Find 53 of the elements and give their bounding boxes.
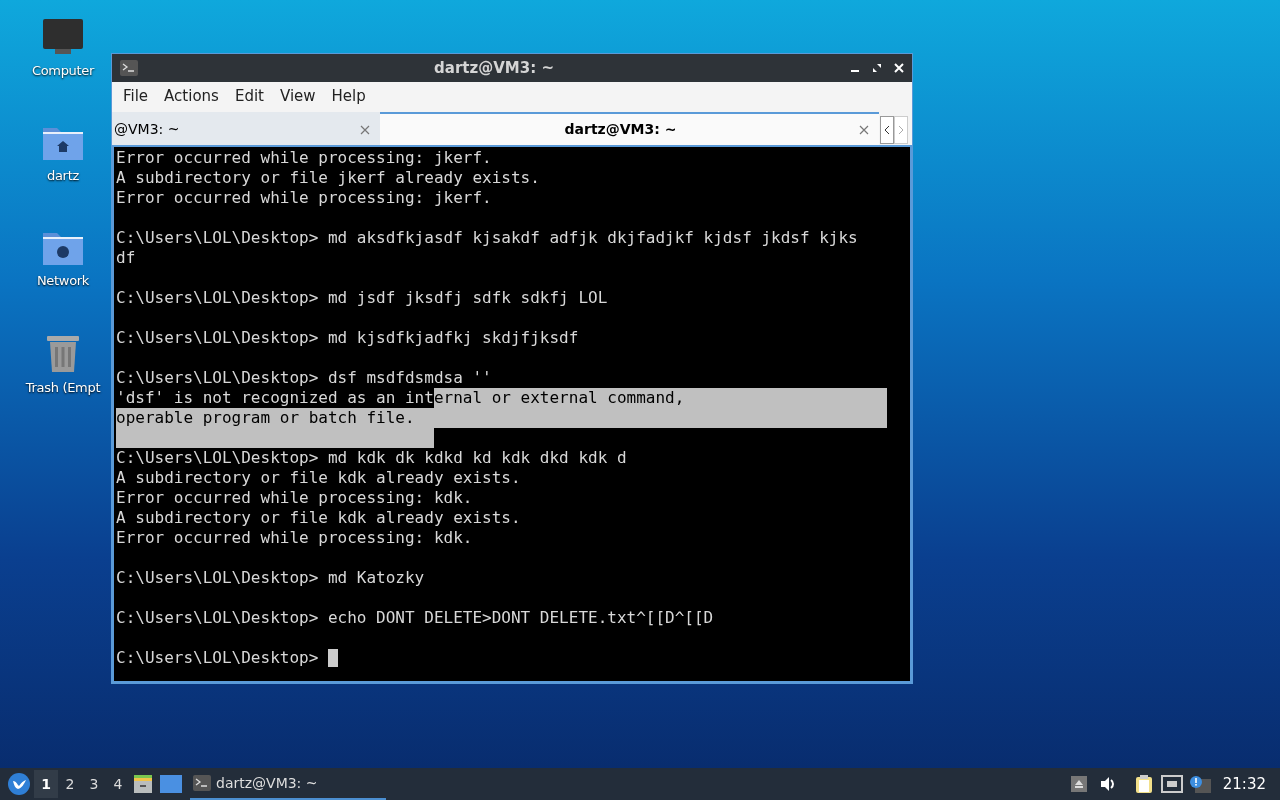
terminal-line: df xyxy=(116,248,136,268)
tab[interactable]: dartz@VM3: ~ xyxy=(380,112,879,145)
terminal-line: Error occurred while processing: jkerf. xyxy=(116,188,492,208)
start-menu-icon[interactable] xyxy=(7,772,31,796)
terminal-line: 'dsf' is not recognized as an int xyxy=(116,388,434,408)
close-tab-icon[interactable] xyxy=(360,124,370,135)
terminal-line: C:\Users\LOL\Desktop> xyxy=(116,648,320,668)
terminal-line: C:\Users\LOL\Desktop> md kjsdfkjadfkj skdjfjksdf xyxy=(116,328,579,348)
terminal-line: A subdirectory or file kdk already exists. xyxy=(116,468,521,488)
tab[interactable]: @VM3: ~ xyxy=(112,112,380,145)
terminal-line: C:\Users\LOL\Desktop> md kdk dk kdkd kd kdk dkd kdk d xyxy=(116,448,627,468)
workspace-button[interactable]: 4 xyxy=(106,770,130,798)
notification-icon[interactable] xyxy=(1188,775,1211,793)
terminal-line: C:\Users\LOL\Desktop> md Katozky xyxy=(116,568,425,588)
menu-item[interactable]: View xyxy=(271,84,324,108)
terminal-line: C:\Users\LOL\Desktop> md aksdfkjasdf kjsakdf adfjk dkjfadjkf kjdsf jkdsf kjks xyxy=(116,228,858,248)
desktop-icon-label[interactable]: Trash (Empt xyxy=(25,378,101,398)
terminal-line: Error occurred while processing: kdk. xyxy=(116,488,473,508)
volume-icon[interactable] xyxy=(1098,776,1117,792)
clipboard-icon[interactable] xyxy=(1134,774,1153,794)
menu-item[interactable]: Edit xyxy=(226,84,272,108)
taskbar-task[interactable]: dartz@VM3: ~ xyxy=(190,768,386,800)
close-icon[interactable] xyxy=(894,63,904,73)
workspace-button[interactable]: 1 xyxy=(34,770,58,798)
terminal-line: C:\Users\LOL\Desktop> echo DONT DELETE>DONT DELETE.txt^[[D^[[D xyxy=(116,608,714,628)
close-tab-icon[interactable] xyxy=(859,124,869,135)
terminal-icon xyxy=(193,775,211,791)
file-drawer-icon[interactable] xyxy=(132,773,154,795)
terminal-icon xyxy=(120,60,138,76)
terminal-line: Error occurred while processing: jkerf. xyxy=(116,148,492,168)
menu-item[interactable]: File xyxy=(115,84,157,108)
monitor-icon xyxy=(41,17,85,57)
eject-icon[interactable] xyxy=(1070,776,1087,792)
clock[interactable]: 21:32 xyxy=(1222,772,1266,796)
menu-item[interactable]: Help xyxy=(323,84,374,108)
terminal-line: C:\Users\LOL\Desktop> md jsdf jksdfj sdfk sdkfj LOL xyxy=(116,288,608,308)
network-icon[interactable] xyxy=(1160,775,1183,793)
selected-terminal-text: operable program or batch file. xyxy=(116,408,887,428)
terminal-line: C:\Users\LOL\Desktop> dsf msdfdsmdsa '' xyxy=(116,368,492,388)
desktop-icon-label[interactable]: Network xyxy=(36,271,90,291)
selected-terminal-text: ernal or external command, xyxy=(433,388,887,408)
workspace-button[interactable]: 3 xyxy=(82,770,106,798)
desktop-icon-label[interactable]: dartz xyxy=(47,166,79,186)
terminal-line: A subdirectory or file kdk already exists. xyxy=(116,508,521,528)
scroll-left-button[interactable] xyxy=(880,115,894,144)
terminal-line: A subdirectory or file jkerf already exists. xyxy=(116,168,540,188)
workspace-button[interactable]: 2 xyxy=(58,770,82,798)
chevron-right-icon xyxy=(898,124,904,135)
window-title: dartz@VM3: ~ xyxy=(433,57,555,79)
terminal-line: Error occurred while processing: kdk. xyxy=(116,528,473,548)
menu-item[interactable]: Actions xyxy=(156,84,227,108)
chevron-left-icon xyxy=(884,124,890,135)
maximize-icon[interactable] xyxy=(872,63,882,73)
